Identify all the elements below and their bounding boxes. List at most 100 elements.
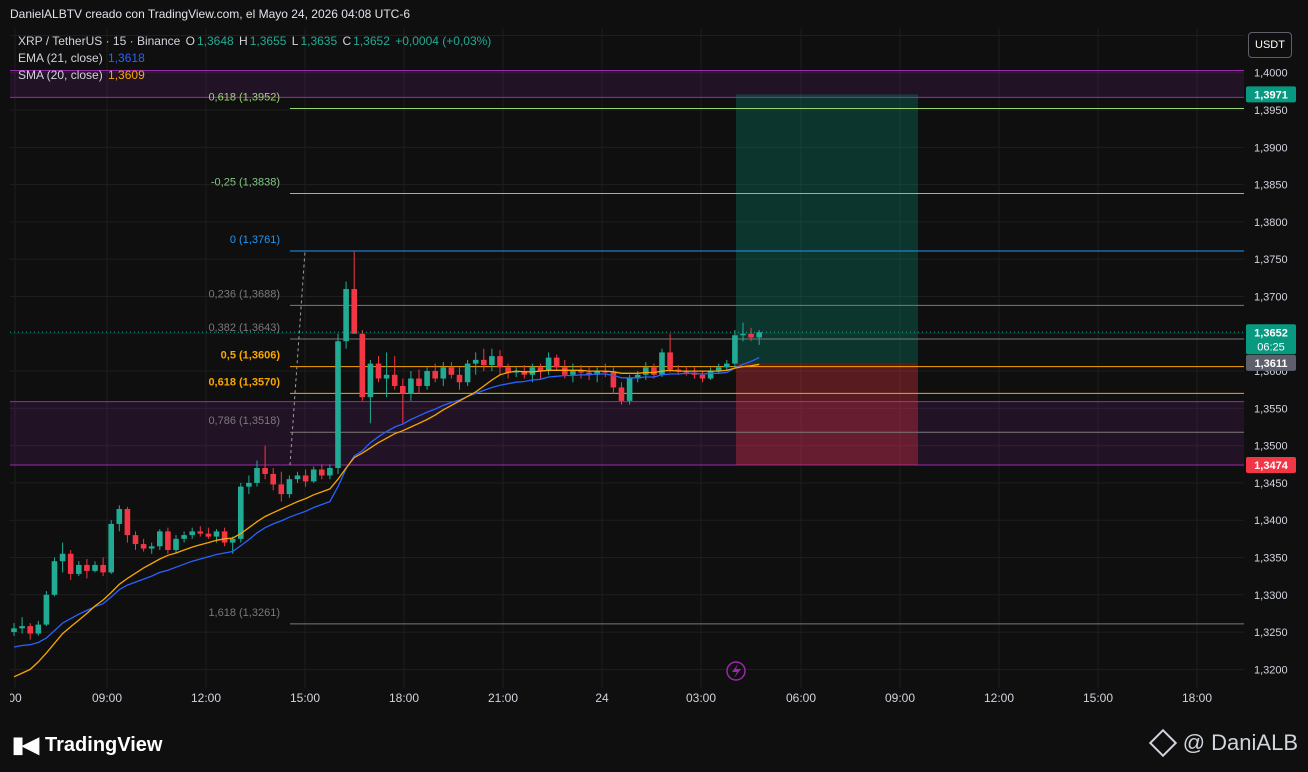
candle-body — [140, 544, 147, 549]
fib-level-label: 0,5 (1,3606) — [221, 350, 281, 362]
y-tick-label: 1,3500 — [1254, 441, 1288, 453]
y-tick-label: 1,3900 — [1254, 142, 1288, 154]
chart-area[interactable]: 0,618 (1,3952) -0,25 (1,3838) 0 (1,3761) 0,… — [10, 28, 1298, 712]
symbol-name[interactable]: XRP / TetherUS · 15 · Binance — [18, 34, 180, 48]
candle-body — [238, 486, 244, 539]
y-tick-label: 1,3550 — [1254, 403, 1288, 415]
x-tick-label: 12:00 — [191, 691, 221, 705]
candle-body — [19, 626, 25, 629]
candle-body — [294, 475, 301, 480]
open-label: O — [185, 34, 195, 48]
candle-body — [375, 363, 382, 379]
candle-body — [310, 469, 317, 482]
y-tick-label: 1,3300 — [1254, 590, 1288, 602]
top-bar: DanielALBTV creado con TradingView.com, … — [0, 0, 1308, 28]
candle-body — [472, 359, 479, 364]
fib-level-label: 1,618 (1,3261) — [208, 607, 280, 619]
sma-legend[interactable]: SMA (20, close) 1,3609 — [18, 68, 147, 82]
ema-label: EMA (21, close) — [18, 51, 103, 65]
candle-body — [124, 509, 131, 536]
candle-body — [67, 553, 74, 574]
chart-caption: DanielALBTV creado con TradingView.com, … — [10, 7, 410, 21]
candle-body — [148, 546, 155, 549]
ema-value: 1,3618 — [108, 51, 145, 65]
candle-body — [351, 289, 357, 334]
candle-body — [383, 374, 390, 379]
tradingview-logo-icon: ▮◀ — [12, 732, 39, 757]
symbol-legend: XRP / TetherUS · 15 · Binance O 1,3648 H1… — [18, 34, 493, 48]
y-tick-label: 1,3250 — [1254, 627, 1288, 639]
candle-body — [343, 289, 349, 342]
tradingview-logo[interactable]: ▮◀ TradingView — [12, 732, 162, 758]
candle-body — [132, 535, 139, 545]
candle-body — [197, 531, 204, 534]
candle-body — [165, 531, 171, 551]
author-name: @ DaniALB — [1182, 730, 1298, 755]
x-tick-label: 09:00 — [92, 691, 122, 705]
price-axis-countdown: 06:25 — [1257, 341, 1285, 353]
candle-body — [100, 564, 106, 573]
candle-body — [667, 352, 673, 370]
candle-body — [643, 367, 649, 375]
candle-body — [278, 484, 285, 495]
candle-body — [448, 367, 455, 375]
candle-body — [724, 363, 730, 368]
flash-event-icon-bolt — [732, 664, 741, 678]
candle-body — [578, 371, 584, 373]
low-label: L — [291, 34, 299, 48]
sma-label: SMA (20, close) — [18, 68, 103, 82]
x-tick-label: 18:00 — [389, 691, 419, 705]
candle-body — [545, 357, 552, 372]
candle-body — [327, 468, 333, 476]
price-axis-badge-text: 1,3971 — [1254, 89, 1288, 101]
high-label: H — [239, 34, 248, 48]
candle-body — [302, 475, 309, 482]
candle-body — [707, 371, 714, 379]
close-value: 1,3652 — [353, 34, 390, 48]
currency-button[interactable]: USDT — [1248, 32, 1292, 58]
candle-body — [740, 333, 746, 336]
fib-level-label: 0,236 (1,3688) — [208, 288, 280, 300]
y-tick-label: 1,3450 — [1254, 478, 1288, 490]
candle-body — [626, 378, 633, 401]
fib-level-label: -0,25 (1,3838) — [211, 177, 280, 189]
ema-legend[interactable]: EMA (21, close) 1,3618 — [18, 51, 147, 65]
candle-body — [367, 363, 374, 398]
candle-body — [27, 626, 33, 634]
candle-body — [319, 469, 325, 476]
y-tick-label: 1,3800 — [1254, 217, 1288, 229]
fib-level-label: 0,382 (1,3643) — [208, 322, 280, 334]
candle-body — [11, 628, 17, 633]
candle-body — [408, 378, 414, 394]
low-value: 1,3635 — [300, 34, 338, 48]
candle-body — [424, 371, 430, 386]
position-stop-zone — [736, 362, 918, 466]
y-tick-label: 1,3850 — [1254, 180, 1288, 192]
fib-level-label: 0,786 (1,3518) — [208, 415, 280, 427]
candle-body — [51, 561, 58, 595]
candle-body — [562, 367, 568, 375]
candle-body — [335, 341, 341, 468]
candle-body — [246, 482, 252, 487]
sma-value: 1,3609 — [108, 68, 145, 82]
candle-body — [43, 594, 50, 625]
x-tick-label: 06:00 — [786, 691, 816, 705]
price-chart[interactable]: 0,618 (1,3952) -0,25 (1,3838) 0 (1,3761) 0,… — [10, 28, 1298, 712]
candle-body — [254, 468, 260, 483]
price-axis-badge-text: 1,3611 — [1254, 358, 1287, 370]
candle-body — [570, 371, 576, 375]
candle-body — [205, 533, 212, 537]
x-tick-label: 24 — [595, 691, 609, 705]
candle-body — [400, 385, 406, 394]
grid-lines — [10, 28, 1244, 688]
candle-body — [157, 531, 163, 547]
x-tick-label: 03:00 — [686, 691, 716, 705]
tradingview-logo-text: TradingView — [45, 733, 163, 756]
price-axis-badge-text: 1,3474 — [1254, 460, 1289, 472]
candle-body — [270, 473, 276, 485]
y-tick-label: 1,3400 — [1254, 515, 1288, 527]
candle-body — [391, 374, 398, 386]
fib-level-label: 0 (1,3761) — [230, 234, 280, 246]
candle-body — [651, 367, 657, 375]
candle-body — [416, 378, 422, 386]
